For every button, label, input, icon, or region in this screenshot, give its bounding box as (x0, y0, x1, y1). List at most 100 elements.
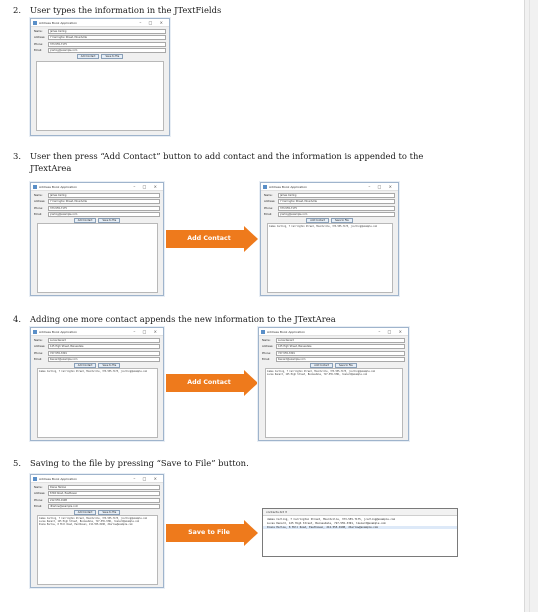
step-text-continued: JTextArea (30, 162, 72, 173)
step-text: Saving to the file by pressing “Save to … (30, 458, 249, 468)
phone-field[interactable]: 727-555-3391 (48, 350, 160, 356)
window-title: Address Book Application (269, 185, 308, 189)
swing-window: Address Book Application – □ × Name: Lucas… (258, 327, 409, 441)
step-5: 5. Saving to the file by pressing “Save t… (13, 458, 483, 470)
step-number: 4. (13, 314, 21, 324)
address-field[interactable]: 7 Carrington Street, Mountville (48, 35, 166, 41)
file-tab-label: contacts.txt ✕ (266, 510, 288, 514)
swing-window: Address Book Application – □ × Name: Lucas… (30, 327, 164, 441)
address-field[interactable]: 7 Carrington Street, Mountville (48, 199, 160, 205)
phone-label: Phone: (34, 42, 43, 46)
address-field[interactable]: 125 High Street, Bainesdale (276, 344, 405, 350)
address-label: Address: (34, 345, 46, 349)
email-field[interactable]: jcarling@example.com (48, 211, 160, 217)
arrow-label: Add Contact (187, 379, 231, 386)
text-area[interactable]: James Carling, 7 Carrington Street, Moun… (265, 368, 403, 438)
address-label: Address: (34, 492, 46, 496)
text-file-window: contacts.txt ✕ James Carling, 7 Carringt… (262, 508, 458, 557)
email-label: Email: (34, 48, 43, 52)
address-field[interactable]: 8 Mill Road, Easthaven (48, 491, 160, 497)
email-field[interactable]: dharlow@example.com (48, 503, 160, 509)
step-number: 3. (13, 151, 21, 161)
java-app-icon (33, 330, 37, 334)
swing-window: Address Book Application – □ × Name: James… (30, 182, 164, 296)
address-label: Address: (34, 36, 46, 40)
name-field[interactable]: James Carling (278, 193, 395, 198)
name-field[interactable]: James Carling (48, 29, 166, 34)
window-controls[interactable]: – □ × (139, 19, 166, 27)
phone-field[interactable]: 373-555-7175 (48, 205, 160, 211)
step-text: Adding one more contact appends the new … (30, 314, 336, 324)
address-label: Address: (34, 200, 46, 204)
step-number: 5. (13, 458, 21, 468)
text-area[interactable]: James Carling, 7 Carrington Street, Moun… (37, 368, 158, 438)
window-title: Address Book Application (39, 477, 78, 481)
file-line: Diana Harlow, 8 Mill Road, Easthaven, 21… (263, 525, 457, 530)
java-app-icon (33, 21, 37, 25)
window-controls[interactable]: – □ × (368, 183, 395, 191)
text-area[interactable] (37, 223, 158, 293)
contact-line: James Carling, 7 Carrington Street, Moun… (269, 225, 377, 228)
add-contact-arrow: Add Contact (166, 226, 258, 252)
step-number: 2. (13, 5, 21, 15)
arrow-label: Add Contact (187, 235, 231, 242)
phone-label: Phone: (262, 351, 271, 355)
window-controls[interactable]: – □ × (133, 328, 160, 336)
step-text: User types the information in the JTextF… (30, 5, 222, 15)
name-label: Name: (34, 194, 43, 197)
email-field[interactable]: jcarling@example.com (278, 211, 395, 217)
phone-field[interactable]: 212-555-0198 (48, 497, 160, 503)
step-text: User then press “Add Contact” button to … (30, 151, 424, 161)
phone-label: Phone: (34, 351, 43, 355)
email-field[interactable]: jcarling@example.com (48, 47, 166, 53)
name-field[interactable]: Lucas Kenard (276, 338, 405, 343)
name-field[interactable]: James Carling (48, 193, 160, 198)
text-area[interactable] (36, 61, 164, 131)
add-contact-button[interactable]: Add Contact (76, 54, 100, 60)
name-field[interactable]: Lucas Kenard (48, 338, 160, 343)
java-app-icon (263, 185, 267, 189)
step-2: 2. User types the information in the JTex… (13, 5, 483, 17)
email-label: Email: (264, 212, 273, 216)
window-controls[interactable]: – □ × (133, 475, 160, 483)
java-app-icon (33, 185, 37, 189)
document-page: 2. User types the information in the JTex… (0, 0, 524, 612)
text-area[interactable]: James Carling, 7 Carrington Street, Moun… (37, 515, 158, 585)
address-field[interactable]: 125 High Street, Bainesdale (48, 344, 160, 350)
name-label: Name: (264, 194, 273, 197)
java-app-icon (33, 477, 37, 481)
email-label: Email: (34, 357, 43, 361)
name-label: Name: (262, 339, 271, 342)
save-to-file-button[interactable]: Save to File (101, 54, 124, 60)
window-title: Address Book Application (39, 185, 78, 189)
phone-label: Phone: (34, 206, 43, 210)
swing-window: Address Book Application – □ × Name: James… (30, 18, 170, 136)
address-label: Address: (264, 200, 276, 204)
phone-label: Phone: (34, 498, 43, 502)
file-content[interactable]: James Carling, 7 Carrington Street, Moun… (263, 516, 457, 531)
window-controls[interactable]: – □ × (378, 328, 405, 336)
swing-window: Address Book Application – □ × Name: Diana… (30, 474, 164, 588)
email-label: Email: (34, 504, 43, 508)
phone-field[interactable]: 727-555-3391 (276, 350, 405, 356)
name-label: Name: (34, 339, 43, 342)
contact-line: Lucas Kenard, 125 High Street, Bainesdal… (267, 373, 368, 376)
email-field[interactable]: lkenard@example.com (276, 356, 405, 362)
file-tab[interactable]: contacts.txt ✕ (263, 509, 457, 516)
arrow-label: Save to File (188, 529, 230, 536)
phone-field[interactable]: 373-555-7175 (48, 41, 166, 47)
name-label: Name: (34, 30, 43, 33)
name-field[interactable]: Diana Harlow (48, 485, 160, 490)
window-controls[interactable]: – □ × (133, 183, 160, 191)
window-title: Address Book Application (39, 330, 78, 334)
title-bar: Address Book Application – □ × (31, 19, 169, 27)
email-label: Email: (262, 357, 271, 361)
phone-field[interactable]: 373-555-7175 (278, 205, 395, 211)
name-label: Name: (34, 486, 43, 489)
step-3: 3. User then press “Add Contact” button t… (13, 151, 483, 174)
text-area[interactable]: James Carling, 7 Carrington Street, Moun… (267, 223, 393, 293)
email-field[interactable]: lkenard@example.com (48, 356, 160, 362)
swing-window: Address Book Application – □ × Name: James… (260, 182, 399, 296)
address-field[interactable]: 7 Carrington Street, Mountville (278, 199, 395, 205)
phone-label: Phone: (264, 206, 273, 210)
